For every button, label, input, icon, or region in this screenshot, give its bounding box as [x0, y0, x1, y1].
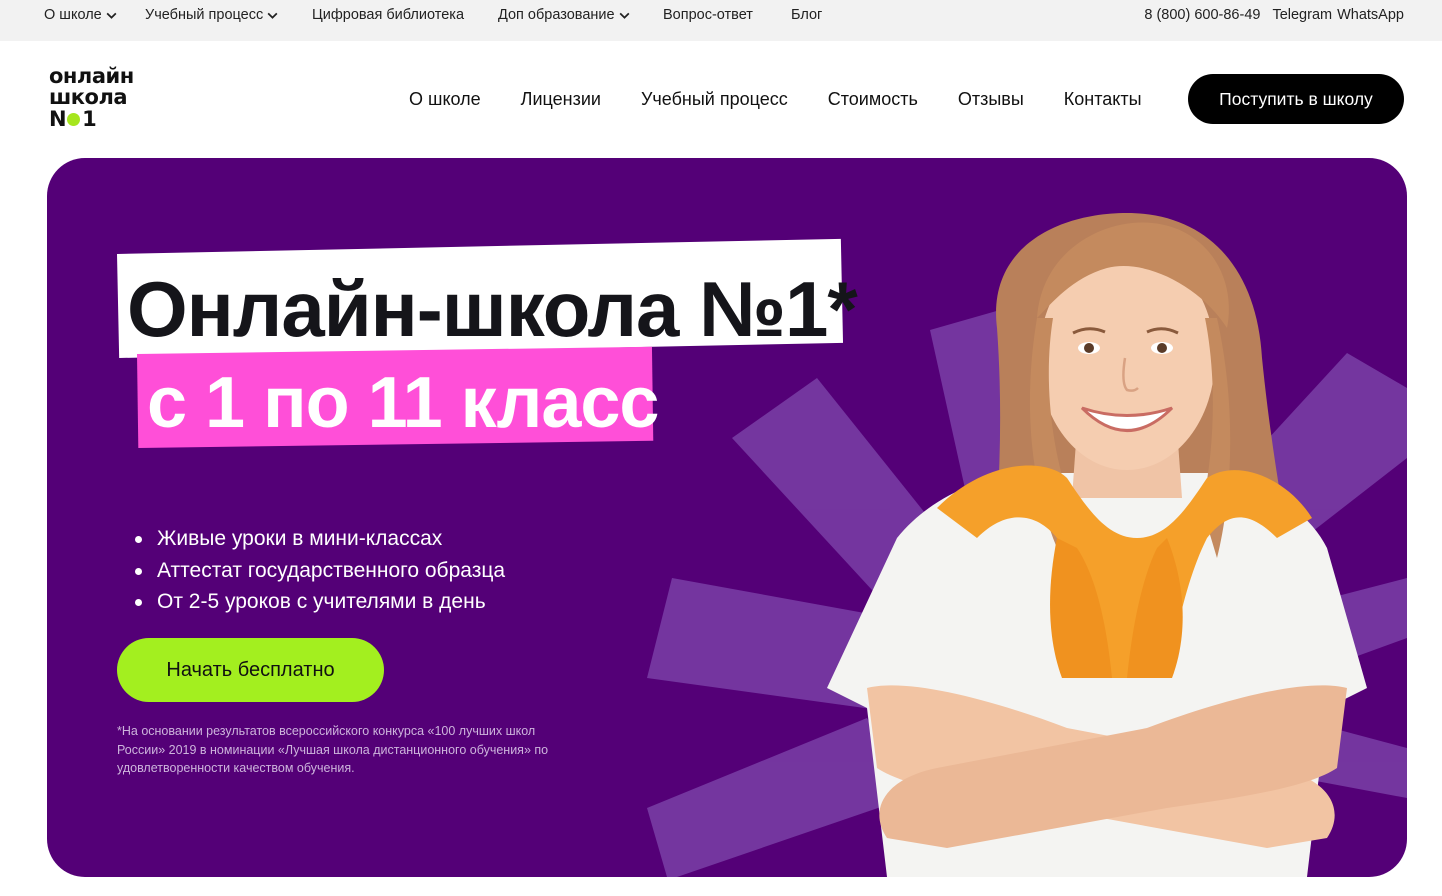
- hero-benefits-list: Живые уроки в мини-классах Аттестат госу…: [135, 523, 505, 618]
- hero-subtitle: с 1 по 11 класс: [147, 363, 659, 443]
- telegram-link[interactable]: Telegram: [1272, 6, 1332, 24]
- whatsapp-link[interactable]: WhatsApp: [1337, 6, 1404, 24]
- nav-item-study-process[interactable]: Учебный процесс: [641, 87, 788, 111]
- hero-title: Онлайн-школа №1*: [127, 265, 858, 353]
- student-photo: [827, 213, 1367, 877]
- logo-n: N: [49, 107, 67, 131]
- phone-link[interactable]: 8 (800) 600-86-49: [1144, 6, 1260, 24]
- start-free-button[interactable]: Начать бесплатно: [117, 638, 384, 702]
- topbar-link-label: Блог: [791, 7, 823, 23]
- main-nav: О школе Лицензии Учебный процесс Стоимос…: [409, 87, 1182, 111]
- topbar-link-faq[interactable]: Вопрос-ответ: [663, 6, 753, 24]
- logo-1: 1: [82, 107, 97, 131]
- top-utility-bar: О школе Учебный процесс Цифровая библиот…: [0, 0, 1442, 41]
- logo-line-1: онлайн: [49, 64, 134, 88]
- logo-line-2: школа: [49, 85, 128, 109]
- topbar-link-label: Цифровая библиотека: [312, 7, 465, 23]
- topbar-link-blog[interactable]: Блог: [791, 6, 822, 24]
- logo-dot-icon: [67, 113, 81, 126]
- hero-banner: Онлайн-школа №1* с 1 по 11 класс Живые у…: [47, 158, 1407, 877]
- nav-item-about[interactable]: О школе: [409, 87, 481, 111]
- chevron-down-icon: [267, 12, 278, 19]
- list-item: От 2-5 уроков с учителями в день: [135, 586, 505, 618]
- nav-item-licenses[interactable]: Лицензии: [521, 87, 601, 111]
- topbar-link-digital-library[interactable]: Цифровая библиотека: [312, 6, 464, 24]
- nav-item-pricing[interactable]: Стоимость: [828, 87, 918, 111]
- topbar-link-label: О школе: [44, 7, 102, 23]
- chevron-down-icon: [106, 12, 117, 19]
- hero-footnote: *На основании результатов всероссийского…: [117, 724, 549, 775]
- main-header: онлайн школа N 1 О школе Лицензии Учебны…: [0, 41, 1442, 158]
- topbar-link-label: Учебный процесс: [145, 7, 264, 23]
- topbar-link-extra-education[interactable]: Доп образование: [498, 6, 631, 24]
- school-logo[interactable]: онлайн школа N 1: [49, 65, 149, 135]
- topbar-link-label: Вопрос-ответ: [663, 7, 753, 23]
- logo-line-3: N 1: [49, 107, 97, 131]
- enroll-button[interactable]: Поступить в школу: [1188, 74, 1404, 124]
- nav-item-reviews[interactable]: Отзывы: [958, 87, 1024, 111]
- list-item: Живые уроки в мини-классах: [135, 523, 505, 555]
- chevron-down-icon: [619, 12, 630, 19]
- messengers: Telegram WhatsApp: [1272, 6, 1404, 24]
- list-item: Аттестат государственного образца: [135, 555, 505, 587]
- topbar-link-about[interactable]: О школе: [44, 6, 118, 24]
- topbar-link-label: Доп образование: [498, 7, 615, 23]
- nav-item-contacts[interactable]: Контакты: [1064, 87, 1142, 111]
- topbar-link-study-process[interactable]: Учебный процесс: [145, 6, 279, 24]
- topbar-contacts: 8 (800) 600-86-49 Telegram WhatsApp: [1144, 6, 1404, 24]
